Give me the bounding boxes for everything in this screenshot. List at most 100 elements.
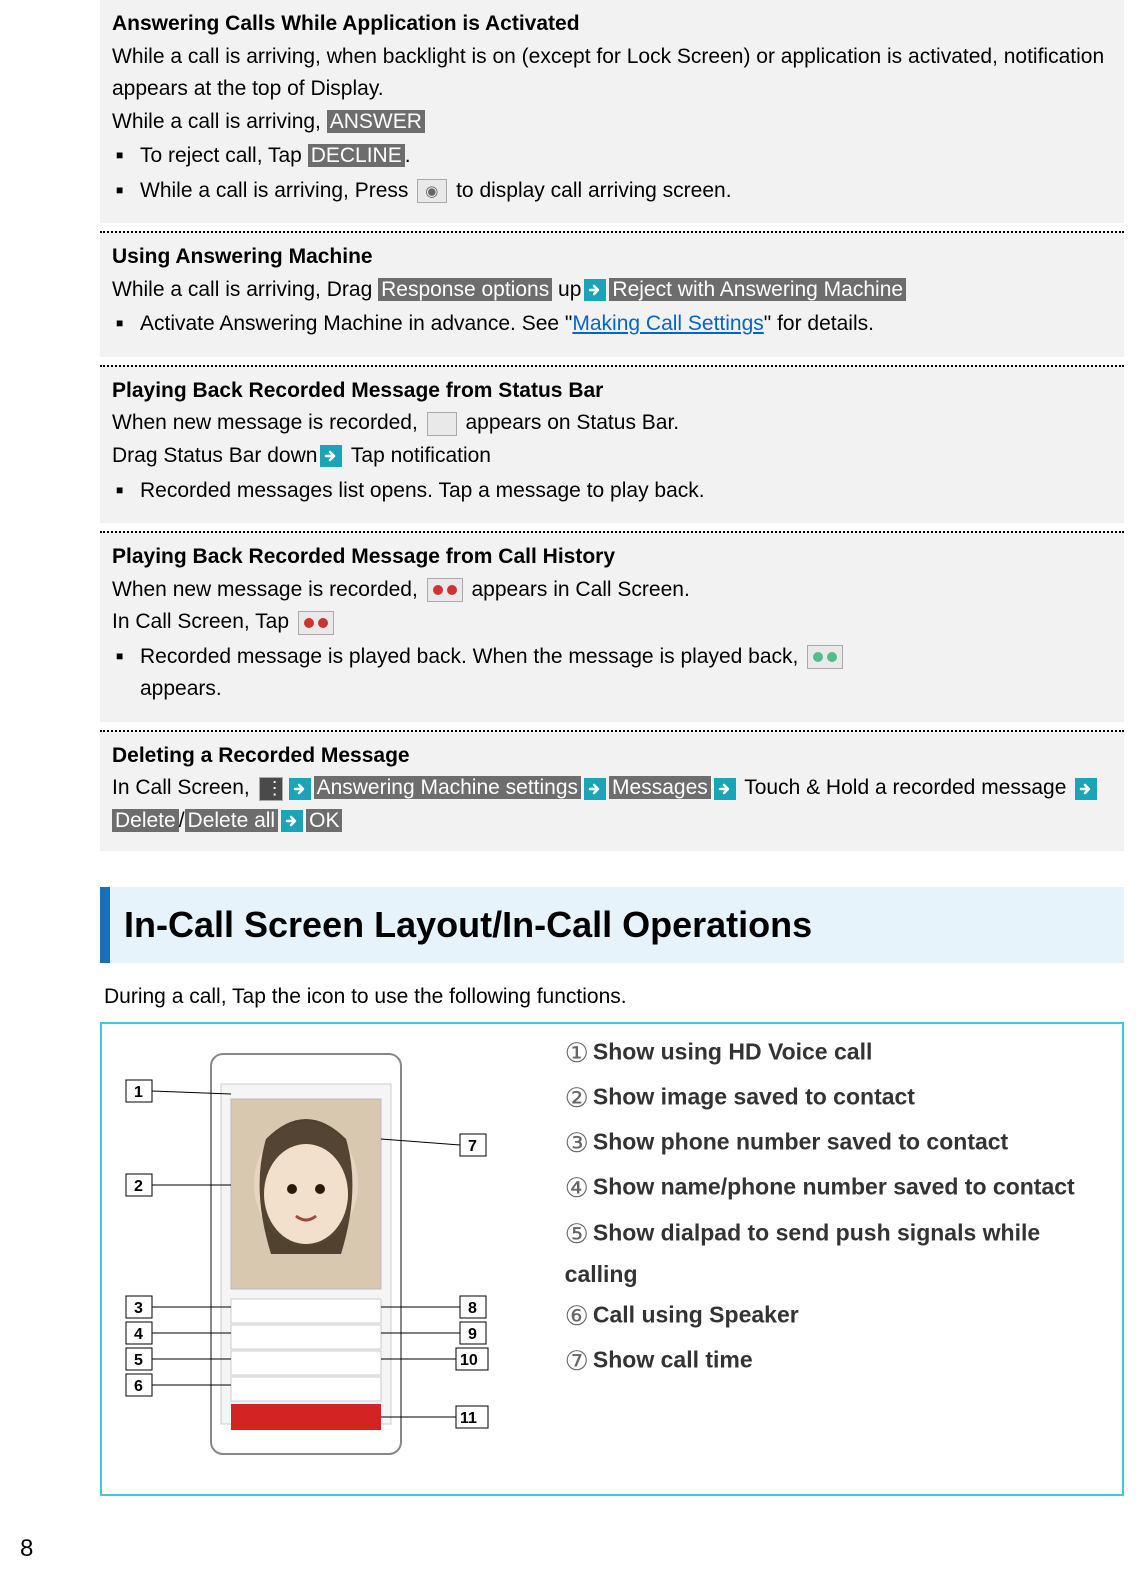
legend-item: ⑦Show call time: [565, 1340, 1108, 1383]
svg-text:4: 4: [134, 1326, 143, 1343]
circled-number-icon: ⑦: [565, 1340, 589, 1383]
recorded-red-icon: [298, 611, 334, 635]
circled-number-icon: ⑤: [565, 1213, 589, 1256]
text: appears.: [140, 677, 222, 700]
svg-text:9: 9: [468, 1326, 477, 1343]
section-title: Deleting a Recorded Message: [112, 740, 1112, 773]
arrow-icon: [320, 445, 342, 467]
svg-text:2: 2: [134, 1178, 143, 1195]
bullet-item: Recorded message is played back. When th…: [112, 641, 1112, 706]
text: up: [552, 278, 581, 301]
section-playback-history: Playing Back Recorded Message from Call …: [100, 531, 1124, 722]
section-title: Answering Calls While Application is Act…: [112, 8, 1112, 41]
section-paragraph: While a call is arriving, ANSWER: [112, 106, 1112, 139]
section-playback-statusbar: Playing Back Recorded Message from Statu…: [100, 365, 1124, 523]
text: To reject call, Tap: [140, 144, 308, 167]
section-title: Playing Back Recorded Message from Statu…: [112, 375, 1112, 408]
section-paragraph: In Call Screen, Tap: [112, 606, 1112, 639]
machine-settings-token: Answering Machine settings: [314, 776, 581, 799]
recorded-green-icon: [807, 645, 843, 669]
section-deleting: Deleting a Recorded Message In Call Scre…: [100, 730, 1124, 852]
text: Touch & Hold a recorded message: [739, 776, 1072, 799]
legend-text: Show dialpad to send push signals while …: [565, 1219, 1041, 1287]
circled-number-icon: ⑥: [565, 1295, 589, 1338]
bullet-item: Recorded messages list opens. Tap a mess…: [112, 475, 1112, 508]
menu-dots-icon: [259, 777, 283, 801]
legend-item: ⑥Call using Speaker: [565, 1295, 1108, 1338]
section-paragraph: When new message is recorded, appears in…: [112, 574, 1112, 607]
legend-item: ④Show name/phone number saved to contact: [565, 1167, 1108, 1210]
legend-item: ②Show image saved to contact: [565, 1077, 1108, 1120]
bullet-item: While a call is arriving, Press to displ…: [112, 175, 1112, 208]
text: When new message is recorded,: [112, 578, 424, 601]
delete-token: Delete: [112, 809, 179, 832]
message-icon: [427, 412, 457, 436]
section-paragraph: In Call Screen, Answering Machine settin…: [112, 772, 1112, 837]
legend-text: Show using HD Voice call: [593, 1039, 872, 1065]
text: Tap notification: [345, 444, 491, 467]
text: While a call is arriving,: [112, 110, 327, 133]
ok-token: OK: [306, 809, 342, 832]
section-using-machine: Using Answering Machine While a call is …: [100, 231, 1124, 357]
arrow-icon: [584, 279, 606, 301]
response-options-token: Response options: [378, 278, 552, 301]
section-paragraph: While a call is arriving, when backlight…: [112, 41, 1112, 106]
legend-item: ①Show using HD Voice call: [565, 1032, 1108, 1075]
svg-text:11: 11: [460, 1410, 477, 1427]
svg-text:10: 10: [460, 1352, 478, 1369]
legend-text: Show image saved to contact: [593, 1084, 915, 1110]
reject-machine-token: Reject with Answering Machine: [609, 278, 906, 301]
text: In Call Screen, Tap: [112, 610, 295, 633]
messages-token: Messages: [609, 776, 711, 799]
section-title: Playing Back Recorded Message from Call …: [112, 541, 1112, 574]
legend-text: Show phone number saved to contact: [593, 1129, 1008, 1155]
text: In Call Screen,: [112, 776, 256, 799]
bullet-item: Activate Answering Machine in advance. S…: [112, 308, 1112, 341]
legend-item: ⑤Show dialpad to send push signals while…: [565, 1213, 1108, 1293]
section-title: Using Answering Machine: [112, 241, 1112, 274]
making-call-settings-link[interactable]: Making Call Settings: [572, 312, 763, 335]
text: Drag Status Bar down: [112, 444, 317, 467]
svg-text:3: 3: [134, 1300, 143, 1317]
text: Activate Answering Machine in advance. S…: [140, 312, 572, 335]
decline-token: DECLINE: [308, 144, 405, 167]
text: .: [405, 144, 411, 167]
arrow-icon: [714, 778, 736, 800]
legend-text: Show name/phone number saved to contact: [593, 1174, 1075, 1200]
text: When new message is recorded,: [112, 411, 424, 434]
section-paragraph: Drag Status Bar down Tap notification: [112, 440, 1112, 473]
legend-text: Show call time: [593, 1346, 753, 1372]
svg-text:7: 7: [468, 1138, 477, 1155]
legend-text: Call using Speaker: [593, 1301, 799, 1327]
recorded-red-icon: [427, 578, 463, 602]
text: appears in Call Screen.: [472, 578, 690, 601]
svg-text:1: 1: [134, 1084, 143, 1101]
text: appears on Status Bar.: [466, 411, 680, 434]
in-call-layout-table: 1 2 3 4 5: [100, 1022, 1124, 1497]
section-answering-calls: Answering Calls While Application is Act…: [100, 0, 1124, 223]
svg-text:5: 5: [134, 1352, 143, 1369]
circled-number-icon: ①: [565, 1032, 589, 1075]
svg-text:6: 6: [134, 1378, 143, 1395]
text: While a call is arriving, Press: [140, 179, 414, 202]
svg-text:8: 8: [468, 1300, 477, 1317]
page-number: 8: [20, 1530, 33, 1567]
circled-number-icon: ②: [565, 1077, 589, 1120]
phone-diagram: 1 2 3 4 5: [116, 1038, 496, 1481]
delete-all-token: Delete all: [185, 809, 279, 832]
in-call-heading: In-Call Screen Layout/In-Call Operations: [100, 887, 1124, 963]
legend-item: ③Show phone number saved to contact: [565, 1122, 1108, 1165]
camera-icon: [417, 179, 447, 203]
legend-cell: ①Show using HD Voice call ②Show image sa…: [551, 1023, 1123, 1496]
section-paragraph: When new message is recorded, appears on…: [112, 407, 1112, 440]
intro-text: During a call, Tap the icon to use the f…: [104, 981, 1124, 1014]
arrow-icon: [584, 778, 606, 800]
arrow-icon: [289, 778, 311, 800]
arrow-icon: [1075, 778, 1097, 800]
text: Recorded message is played back. When th…: [140, 645, 804, 668]
text: /: [179, 809, 185, 832]
circled-number-icon: ③: [565, 1122, 589, 1165]
text: " for details.: [764, 312, 874, 335]
circled-number-icon: ④: [565, 1167, 589, 1210]
text: While a call is arriving, Drag: [112, 278, 378, 301]
